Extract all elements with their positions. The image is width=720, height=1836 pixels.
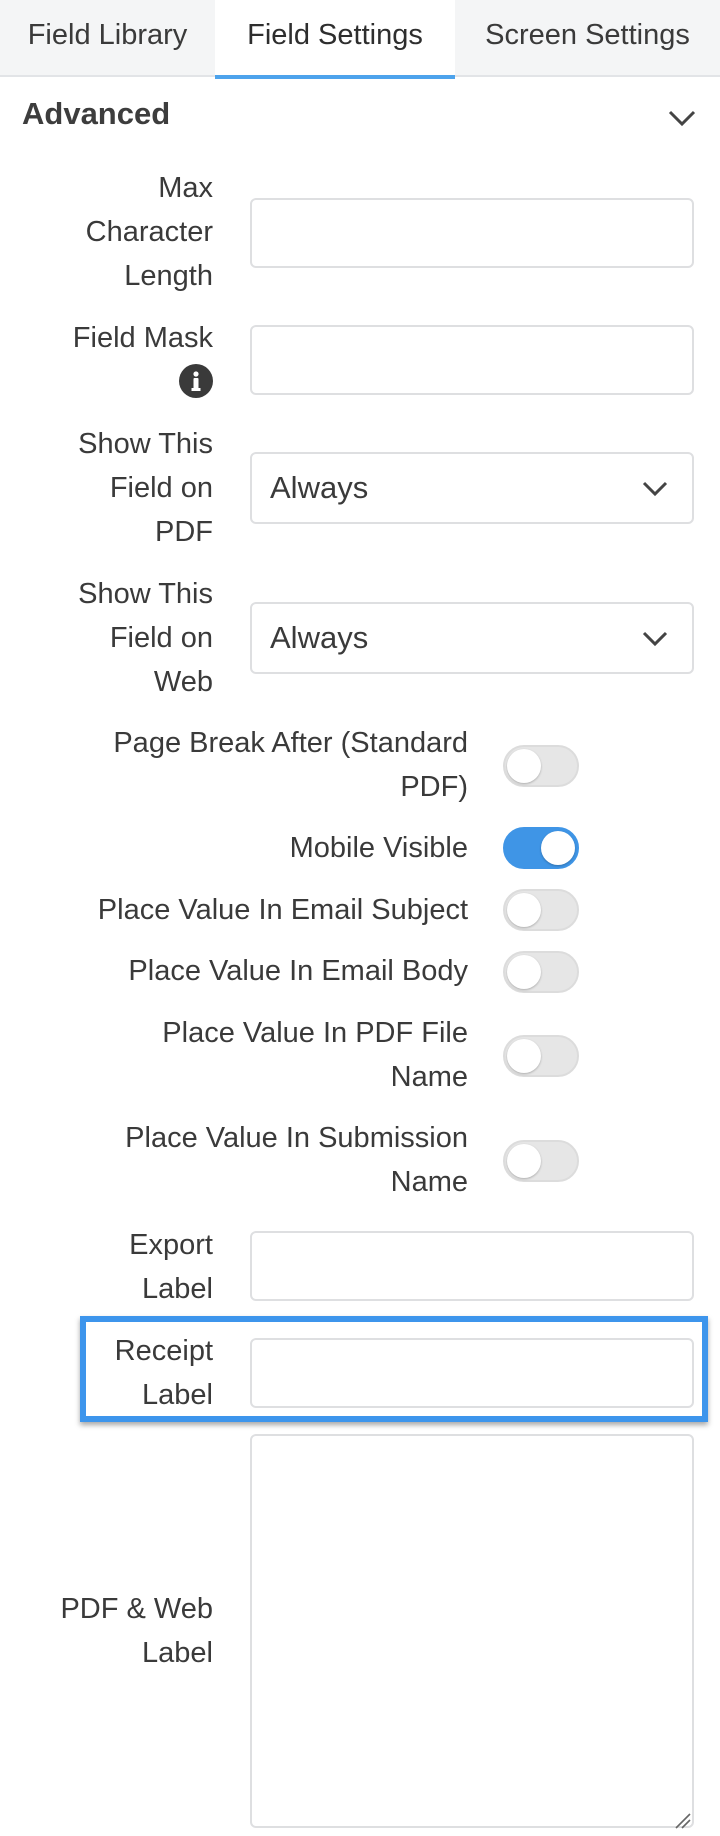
tab-field-library[interactable]: Field Library: [0, 0, 215, 77]
max-char-length-input[interactable]: [250, 198, 694, 268]
chevron-down-icon: [668, 110, 696, 127]
toggle-knob: [507, 955, 541, 989]
mobile-visible-toggle[interactable]: [503, 827, 579, 869]
max-char-length-label: Max Character Length: [85, 172, 213, 292]
toggle-knob: [507, 1144, 541, 1178]
email-body-toggle[interactable]: [503, 951, 579, 993]
info-icon[interactable]: [178, 363, 214, 399]
pdf-file-name-label: Place Value In PDF File Name: [162, 1017, 468, 1093]
show-on-web-value: Always: [270, 620, 369, 655]
pdf-web-label-textarea[interactable]: [250, 1434, 694, 1828]
show-on-pdf-label: Show This Field on PDF: [78, 428, 213, 548]
mobile-visible-label: Mobile Visible: [289, 832, 468, 864]
section-title: Advanced: [22, 96, 171, 131]
export-label-label: Export Label: [129, 1229, 213, 1305]
toggle-knob: [507, 749, 541, 783]
toggle-knob: [541, 831, 575, 865]
show-on-web-select[interactable]: Always: [250, 602, 694, 674]
field-mask-label: Field Mask: [72, 322, 213, 354]
page-break-after-toggle[interactable]: [503, 745, 579, 787]
receipt-label-input[interactable]: [250, 1338, 694, 1408]
show-on-web-label: Show This Field on Web: [78, 578, 213, 698]
chevron-down-icon: [642, 631, 668, 647]
show-on-pdf-select[interactable]: Always: [250, 452, 694, 524]
export-label-input[interactable]: [250, 1231, 694, 1301]
page-break-after-label: Page Break After (Standard PDF): [113, 727, 468, 803]
collapse-button[interactable]: [664, 103, 700, 133]
toggle-knob: [507, 1039, 541, 1073]
receipt-label-label: Receipt Label: [114, 1335, 213, 1411]
field-mask-input[interactable]: [250, 325, 694, 395]
tab-field-settings[interactable]: Field Settings: [215, 0, 455, 79]
email-subject-toggle[interactable]: [503, 889, 579, 931]
email-body-label: Place Value In Email Body: [128, 955, 468, 987]
tab-screen-settings[interactable]: Screen Settings: [455, 0, 720, 77]
toggle-knob: [507, 893, 541, 927]
show-on-pdf-value: Always: [270, 470, 369, 505]
resize-grip-icon[interactable]: [672, 1810, 692, 1830]
submission-name-toggle[interactable]: [503, 1140, 579, 1182]
tab-bar: Field Library Field Settings Screen Sett…: [0, 0, 720, 79]
chevron-down-icon: [642, 481, 668, 497]
email-subject-label: Place Value In Email Subject: [97, 894, 468, 926]
pdf-file-name-toggle[interactable]: [503, 1035, 579, 1077]
pdf-web-label-label: PDF & Web Label: [60, 1593, 213, 1669]
submission-name-label: Place Value In Submission Name: [125, 1122, 468, 1198]
